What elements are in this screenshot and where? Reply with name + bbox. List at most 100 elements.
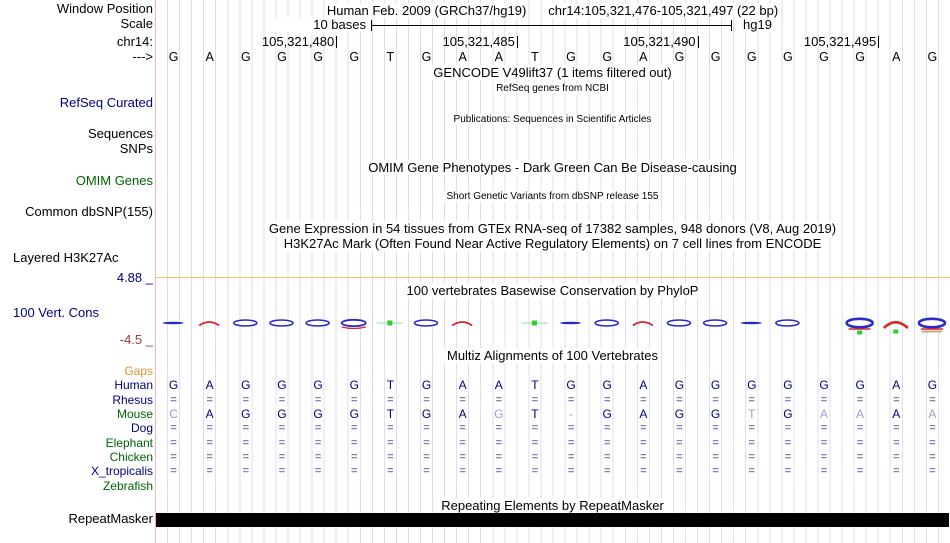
track-label-100-vert-cons[interactable]: 100 Vert. Cons [13, 306, 99, 320]
alignment-match-elephant: = [531, 436, 539, 449]
alignment-match-elephant: = [242, 436, 250, 449]
alignment-match-dog: = [820, 422, 828, 434]
wiggle-glyph-green-dot [531, 320, 537, 326]
base-letter: G [602, 50, 613, 64]
base-letter: A [639, 50, 648, 64]
scale-bar [371, 25, 731, 26]
repeatmasker-element-bar[interactable] [155, 513, 949, 527]
publications-track-title[interactable]: Publications: Sequences in Scientific Ar… [450, 114, 655, 125]
coordinate-tick [516, 36, 518, 48]
track-label-omim-genes[interactable]: OMIM Genes [0, 174, 153, 188]
alignment-match-chicken: = [495, 451, 502, 463]
alignment-base-human: A [892, 378, 901, 392]
alignment-match-chicken: = [929, 451, 936, 463]
alignment-match-x_tropicalis: = [531, 465, 539, 477]
alignment-match-rhesus: = [423, 393, 430, 406]
alignment-match-dog: = [676, 422, 683, 434]
base-letter: G [277, 50, 287, 64]
base-letter: G [746, 50, 757, 64]
wiggle-glyph-blue-oval-tan [917, 317, 947, 329]
base-letter: G [168, 50, 179, 64]
base-letter: G [240, 50, 251, 64]
h3k27ac-baseline [155, 277, 950, 278]
wiggle-glyph-blue-lens-red [340, 318, 367, 328]
alignment-match-elephant: = [495, 436, 502, 449]
publications-track-row: Publications: Sequences in Scientific Ar… [155, 114, 950, 125]
alignment-base-human: G [168, 378, 179, 392]
species-label-zebrafish[interactable]: Zebrafish [0, 479, 153, 493]
gtex-track-title[interactable]: Gene Expression in 54 tissues from GTEx … [265, 221, 840, 236]
species-label-chicken[interactable]: Chicken [0, 450, 153, 464]
alignment-base-human: G [566, 378, 576, 392]
alignment-base-human: G [855, 378, 865, 392]
alignment-match-rhesus: = [676, 393, 683, 406]
alignment-base-human: A [494, 378, 503, 392]
alignment-match-x_tropicalis: = [314, 465, 322, 477]
track-label-refseq-curated[interactable]: RefSeq Curated [0, 96, 153, 110]
assembly-title: Human Feb. 2009 (GRCh37/hg19) [324, 3, 529, 18]
repeatmasker-track-title[interactable]: Repeating Elements by RepeatMasker [438, 498, 667, 513]
alignment-match-elephant: = [929, 436, 936, 449]
gencode-track-title[interactable]: GENCODE V49lift37 (1 items filtered out) [430, 65, 675, 80]
alignment-base-mouse: A [458, 407, 467, 421]
alignment-base-mouse: G [313, 407, 323, 421]
track-label-sequences[interactable]: Sequences [0, 127, 153, 141]
species-label-rhesus[interactable]: Rhesus [0, 393, 153, 407]
alignment-match-elephant: = [748, 436, 755, 449]
track-label-snps[interactable]: SNPs [0, 142, 153, 156]
wiggle-glyph-blue-dash [740, 321, 762, 325]
dbsnp-track-row: Short Genetic Variants from dbSNP releas… [155, 191, 950, 202]
species-label-mouse[interactable]: Mouse [0, 407, 153, 421]
alignment-match-rhesus: = [929, 393, 936, 406]
omim-track-title[interactable]: OMIM Gene Phenotypes - Dark Green Can Be… [365, 160, 740, 175]
species-label-gaps[interactable]: Gaps [0, 364, 153, 378]
alignment-match-dog: = [748, 422, 755, 434]
alignment-match-dog: = [170, 422, 177, 434]
alignment-match-elephant: = [278, 436, 286, 449]
alignment-match-rhesus: = [893, 393, 900, 406]
track-label-repeatmasker[interactable]: RepeatMasker [0, 512, 153, 526]
alignment-match-dog: = [929, 422, 936, 434]
alignment-match-dog: = [531, 422, 539, 434]
track-label-layered-h3k27ac[interactable]: Layered H3K27Ac [13, 251, 119, 265]
h3k27ac-track-title[interactable]: H3K27Ac Mark (Often Found Near Active Re… [280, 236, 825, 251]
alignment-base-mouse: G [421, 407, 432, 421]
label-chromosome: chr14: [116, 34, 153, 49]
alignment-match-rhesus: = [242, 393, 250, 406]
base-letter: G [421, 50, 432, 64]
alignment-base-mouse: A [892, 407, 901, 421]
alignment-match-rhesus: = [459, 393, 466, 406]
alignment-base-mouse: T [386, 407, 395, 421]
dbsnp-track-title[interactable]: Short Genetic Variants from dbSNP releas… [443, 191, 662, 202]
wiggle-glyph-blue-dash [560, 321, 582, 325]
alignment-match-x_tropicalis: = [351, 465, 358, 477]
conservation-track-title[interactable]: 100 vertebrates Basewise Conservation by… [403, 283, 702, 298]
alignment-match-elephant: = [314, 436, 322, 449]
alignment-match-rhesus: = [170, 393, 177, 406]
alignment-match-rhesus: = [206, 393, 213, 406]
alignment-match-chicken: = [423, 451, 430, 463]
alignment-match-dog: = [856, 422, 864, 434]
wiggle-glyph-blue-lens [702, 319, 728, 327]
wiggle-glyph-blue-lens [594, 319, 620, 327]
alignment-base-mouse: G [494, 407, 504, 421]
alignment-match-rhesus: = [640, 393, 647, 406]
alignment-match-dog: = [459, 422, 466, 434]
alignment-match-dog: = [712, 422, 719, 434]
refseq-track-title[interactable]: RefSeq genes from NCBI [493, 83, 612, 94]
wiggle-glyph-red-arc-green [882, 320, 909, 329]
base-letter: T [531, 50, 539, 64]
alignment-base-human: G [277, 378, 287, 392]
species-label-x_tropicalis[interactable]: X_tropicalis [0, 464, 153, 478]
alignment-match-x_tropicalis: = [242, 465, 250, 477]
species-label-human[interactable]: Human [0, 378, 153, 392]
species-label-dog[interactable]: Dog [0, 421, 153, 435]
alignment-base-mouse: G [674, 407, 685, 421]
alignment-match-chicken: = [893, 451, 900, 463]
alignment-match-elephant: = [459, 436, 466, 449]
multiz-track-title[interactable]: Multiz Alignments of 100 Vertebrates [443, 348, 661, 363]
species-label-elephant[interactable]: Elephant [0, 436, 153, 450]
alignment-match-x_tropicalis: = [603, 465, 611, 477]
track-label-common-dbsnp[interactable]: Common dbSNP(155) [0, 205, 153, 219]
alignment-match-x_tropicalis: = [640, 465, 647, 477]
